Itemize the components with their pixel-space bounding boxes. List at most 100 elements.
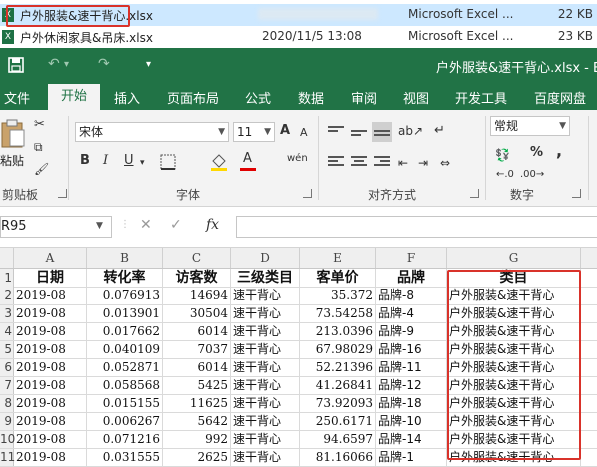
row-number[interactable]: 2 bbox=[0, 287, 14, 304]
row-number[interactable]: 4 bbox=[0, 323, 14, 340]
align-left-icon[interactable] bbox=[328, 156, 344, 172]
table-cell[interactable]: 2019-08 bbox=[14, 431, 87, 448]
table-cell[interactable]: 250.6171 bbox=[300, 413, 376, 430]
tab-view[interactable]: 视图 bbox=[403, 88, 429, 107]
row-number[interactable]: 3 bbox=[0, 305, 14, 322]
table-cell[interactable]: 73.92093 bbox=[300, 395, 376, 412]
redo-icon[interactable]: ↷ bbox=[98, 56, 110, 72]
alignment-launcher-icon[interactable] bbox=[470, 189, 479, 198]
tab-insert[interactable]: 插入 bbox=[114, 88, 140, 107]
header-cell[interactable]: 品牌 bbox=[376, 269, 447, 287]
paste-button[interactable]: 粘贴 bbox=[0, 152, 24, 169]
header-cell[interactable]: 三级类目 bbox=[231, 269, 300, 287]
table-cell[interactable]: 6014 bbox=[163, 323, 231, 340]
row-number[interactable]: 5 bbox=[0, 341, 14, 358]
table-cell[interactable]: 0.052871 bbox=[87, 359, 163, 376]
column-header-a[interactable]: A bbox=[14, 248, 87, 268]
header-cell[interactable]: 访客数 bbox=[163, 269, 231, 287]
table-cell[interactable]: 67.98029 bbox=[300, 341, 376, 358]
table-cell[interactable]: 41.26841 bbox=[300, 377, 376, 394]
row-number[interactable]: 9 bbox=[0, 413, 14, 430]
font-color-icon[interactable]: A bbox=[243, 150, 252, 168]
confirm-icon[interactable]: ✓ bbox=[170, 217, 182, 233]
row-number[interactable]: 7 bbox=[0, 377, 14, 394]
percent-style-button[interactable]: % bbox=[530, 144, 543, 162]
paste-icon[interactable] bbox=[0, 118, 26, 148]
decrease-indent-icon[interactable]: ⇤ bbox=[398, 154, 408, 172]
table-cell[interactable]: 992 bbox=[163, 431, 231, 448]
insert-function-icon[interactable]: fx bbox=[206, 217, 219, 233]
chevron-down-icon[interactable]: ▾ bbox=[64, 59, 69, 70]
column-header-f[interactable]: F bbox=[376, 248, 447, 268]
increase-indent-icon[interactable]: ⇥ bbox=[418, 154, 428, 172]
column-header-g[interactable]: G bbox=[447, 248, 581, 268]
table-cell[interactable]: 2019-08 bbox=[14, 395, 87, 412]
align-right-icon[interactable] bbox=[374, 156, 390, 172]
table-cell[interactable]: 品牌-4 bbox=[376, 305, 447, 322]
table-cell[interactable]: 2019-08 bbox=[14, 359, 87, 376]
header-cell[interactable]: 客单价 bbox=[300, 269, 376, 287]
accounting-format-icon[interactable]: 💱 bbox=[495, 146, 510, 164]
table-cell[interactable]: 2019-08 bbox=[14, 449, 87, 466]
number-launcher-icon[interactable] bbox=[572, 189, 581, 198]
table-cell[interactable]: 0.013901 bbox=[87, 305, 163, 322]
table-cell[interactable]: 5425 bbox=[163, 377, 231, 394]
font-launcher-icon[interactable] bbox=[303, 189, 312, 198]
font-size-select[interactable]: 11 ▼ bbox=[233, 122, 275, 142]
bold-button[interactable]: B bbox=[80, 152, 90, 170]
grow-font-icon[interactable]: A bbox=[280, 122, 290, 140]
row-number[interactable]: 6 bbox=[0, 359, 14, 376]
file-row[interactable]: X 户外休闲家具&吊床.xlsx 2020/11/5 13:08 Microso… bbox=[0, 26, 597, 48]
table-cell[interactable]: 5642 bbox=[163, 413, 231, 430]
table-cell[interactable]: 速干背心 bbox=[231, 413, 300, 430]
tab-file[interactable]: 文件 bbox=[4, 88, 30, 107]
borders-icon[interactable] bbox=[160, 154, 176, 170]
table-cell[interactable]: 品牌-10 bbox=[376, 413, 447, 430]
align-top-icon[interactable] bbox=[328, 126, 344, 142]
table-cell[interactable]: 7037 bbox=[163, 341, 231, 358]
column-header-b[interactable]: B bbox=[87, 248, 163, 268]
table-cell[interactable]: 品牌-8 bbox=[376, 287, 447, 304]
table-cell[interactable]: 6014 bbox=[163, 359, 231, 376]
table-cell[interactable]: 2625 bbox=[163, 449, 231, 466]
tab-page-layout[interactable]: 页面布局 bbox=[167, 88, 219, 107]
tab-baidu-netdisk[interactable]: 百度网盘 bbox=[534, 88, 586, 107]
table-cell[interactable]: 品牌-18 bbox=[376, 395, 447, 412]
table-cell[interactable]: 品牌-1 bbox=[376, 449, 447, 466]
table-cell[interactable]: 73.54258 bbox=[300, 305, 376, 322]
drag-handle-icon[interactable]: ⋮ bbox=[120, 219, 130, 230]
align-bottom-icon[interactable] bbox=[372, 122, 392, 142]
chevron-down-icon[interactable]: ▾ bbox=[140, 154, 145, 172]
tab-data[interactable]: 数据 bbox=[298, 88, 324, 107]
table-cell[interactable]: 速干背心 bbox=[231, 287, 300, 304]
table-cell[interactable]: 0.017662 bbox=[87, 323, 163, 340]
chevron-down-icon[interactable]: ▼ bbox=[96, 221, 103, 231]
column-header-c[interactable]: C bbox=[163, 248, 231, 268]
font-name-select[interactable]: 宋体 ▼ bbox=[75, 122, 229, 142]
table-cell[interactable]: 2019-08 bbox=[14, 413, 87, 430]
comma-style-button[interactable]: , bbox=[556, 142, 562, 160]
table-cell[interactable]: 速干背心 bbox=[231, 323, 300, 340]
phonetic-icon[interactable]: wén bbox=[287, 150, 308, 168]
table-cell[interactable]: 0.076913 bbox=[87, 287, 163, 304]
table-cell[interactable]: 0.040109 bbox=[87, 341, 163, 358]
tab-home[interactable]: 开始 bbox=[48, 84, 100, 110]
tab-formulas[interactable]: 公式 bbox=[245, 88, 271, 107]
table-cell[interactable]: 81.16066 bbox=[300, 449, 376, 466]
table-cell[interactable]: 品牌-16 bbox=[376, 341, 447, 358]
increase-decimal-icon[interactable]: ←.0 bbox=[496, 166, 514, 184]
fill-color-icon[interactable] bbox=[210, 152, 228, 172]
table-cell[interactable]: 0.031555 bbox=[87, 449, 163, 466]
column-header-d[interactable]: D bbox=[231, 248, 300, 268]
table-cell[interactable]: 11625 bbox=[163, 395, 231, 412]
table-cell[interactable]: 94.6597 bbox=[300, 431, 376, 448]
align-middle-icon[interactable] bbox=[351, 126, 367, 142]
table-cell[interactable]: 速干背心 bbox=[231, 395, 300, 412]
italic-button[interactable]: I bbox=[103, 152, 108, 170]
table-cell[interactable]: 0.015155 bbox=[87, 395, 163, 412]
customize-qat-icon[interactable]: ▾ bbox=[146, 59, 151, 70]
tab-review[interactable]: 审阅 bbox=[351, 88, 377, 107]
column-header-e[interactable]: E bbox=[300, 248, 376, 268]
table-cell[interactable]: 14694 bbox=[163, 287, 231, 304]
format-painter-icon[interactable]: 🖌 bbox=[34, 160, 49, 178]
